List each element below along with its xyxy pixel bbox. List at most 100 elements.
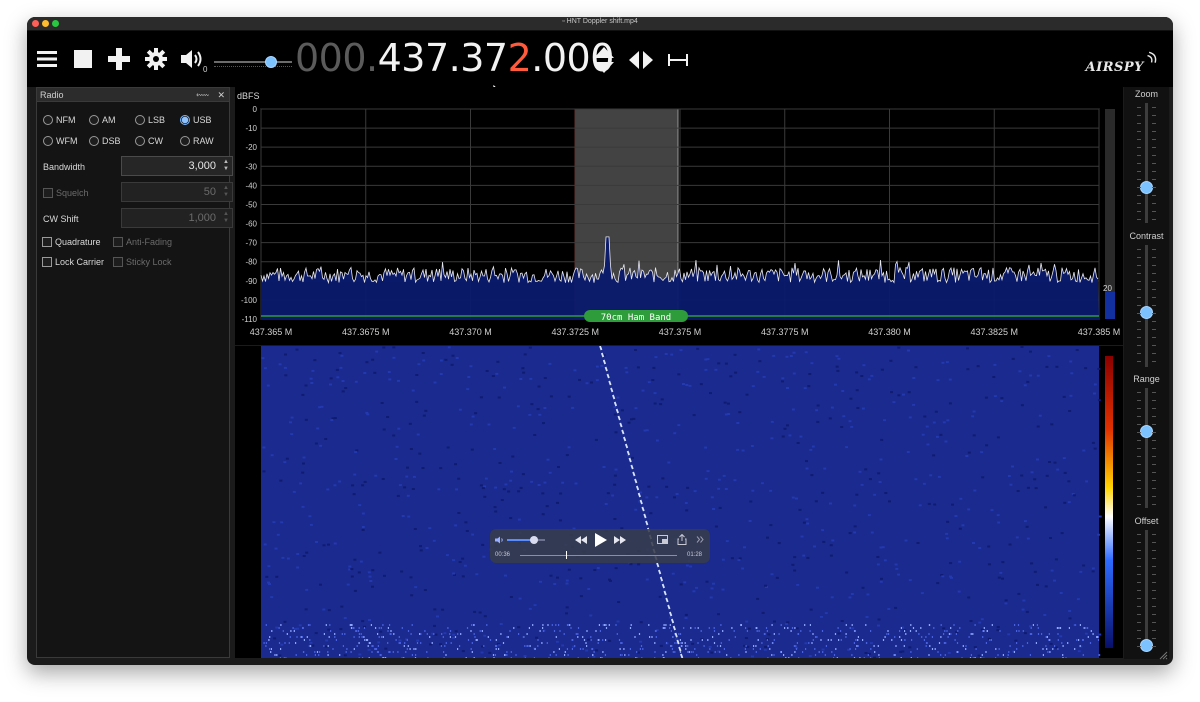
lock-carrier-checkbox-box[interactable]: [42, 257, 52, 267]
waterfall-band-noise: [666, 642, 668, 644]
pin-icon[interactable]: ⬳: [196, 90, 209, 100]
cw-shift-stepper-icon[interactable]: ▲ ▼: [223, 211, 229, 225]
mode-radio-raw[interactable]: RAW: [180, 136, 214, 146]
anti-fading-checkbox[interactable]: Anti-Fading: [113, 237, 172, 247]
waterfall-noise-cell: [1020, 404, 1024, 407]
bandwidth-stepper-icon[interactable]: ▲ ▼: [223, 159, 229, 173]
radio-dot-wfm[interactable]: [43, 136, 53, 146]
waterfall-noise-cell: [724, 488, 728, 490]
fast-forward-icon[interactable]: [613, 535, 627, 545]
waterfall-noise-cell: [920, 592, 924, 595]
volume-icon[interactable]: [495, 536, 505, 544]
waterfall-band-noise: [350, 651, 352, 653]
waterfall-noise-cell: [760, 482, 764, 485]
waterfall-band-noise: [972, 633, 974, 635]
range-slider-track[interactable]: [1145, 388, 1148, 508]
waterfall-noise-cell: [1029, 350, 1032, 353]
mode-radio-nfm[interactable]: NFM: [43, 115, 76, 125]
volume-slider[interactable]: [214, 53, 292, 71]
cw-shift-spinbox[interactable]: 1,000 ▲ ▼: [121, 208, 233, 228]
mode-radio-wfm[interactable]: WFM: [43, 136, 78, 146]
tune-up-down-icon[interactable]: [593, 46, 615, 74]
sticky-lock-checkbox[interactable]: Sticky Lock: [113, 257, 172, 267]
player-volume-knob[interactable]: [530, 536, 539, 544]
radio-dot-am[interactable]: [89, 115, 99, 125]
window-title-text: HNT Doppler shift.mp4: [566, 18, 638, 25]
playback-scrubber[interactable]: [520, 555, 677, 556]
slider-tick: [1137, 353, 1141, 354]
lock-carrier-checkbox[interactable]: Lock Carrier: [42, 257, 104, 267]
waterfall-noise-cell: [935, 435, 939, 438]
radio-dot-dsb[interactable]: [89, 136, 99, 146]
title-bar: ▫ HNT Doppler shift.mp4: [27, 17, 1173, 31]
waterfall-noise-cell: [837, 357, 841, 360]
waterfall-noise-cell: [691, 642, 695, 645]
waterfall-band-noise: [630, 624, 632, 626]
close-icon[interactable]: ✕: [217, 90, 225, 100]
offset-slider-track[interactable]: [1145, 530, 1148, 650]
waterfall-noise-cell: [1047, 355, 1051, 358]
waterfall-band-noise: [500, 633, 502, 635]
rewind-icon[interactable]: [574, 535, 588, 545]
resize-grip-icon[interactable]: [1158, 650, 1168, 660]
sticky-lock-checkbox-box[interactable]: [113, 257, 123, 267]
radio-dot-usb[interactable]: [180, 115, 190, 125]
add-icon[interactable]: [108, 48, 130, 70]
quadrature-checkbox-box[interactable]: [42, 237, 52, 247]
waterfall-noise-cell: [311, 369, 315, 372]
frequency-leading-digits[interactable]: 000.: [295, 36, 378, 80]
radio-dot-lsb[interactable]: [135, 115, 145, 125]
radio-dot-raw[interactable]: [180, 136, 190, 146]
waterfall-band-noise: [395, 639, 397, 641]
spectrum-plot[interactable]: dBFS0-10-20-30-40-50-60-70-80-90-100-110…: [235, 87, 1123, 345]
waterfall-noise-cell: [322, 608, 326, 611]
squelch-stepper-icon[interactable]: ▲ ▼: [223, 185, 229, 199]
mode-radio-cw[interactable]: CW: [135, 136, 163, 146]
waterfall-noise-cell: [946, 419, 950, 422]
gear-icon[interactable]: [145, 48, 167, 70]
frequency-display[interactable]: 000.437.372.000: [295, 36, 614, 80]
playback-position-marker[interactable]: [565, 551, 567, 559]
volume-slider-ticks: [214, 66, 292, 68]
anti-fading-checkbox-box[interactable]: [113, 237, 123, 247]
slider-tick: [1137, 432, 1141, 433]
radio-dot-cw[interactable]: [135, 136, 145, 146]
waterfall-noise-cell: [867, 378, 871, 381]
span-width-icon[interactable]: [668, 52, 688, 68]
squelch-checkbox-box[interactable]: [43, 188, 53, 198]
waterfall-noise-cell: [861, 407, 865, 410]
waterfall-noise-cell: [309, 641, 313, 644]
picture-in-picture-icon[interactable]: [657, 535, 668, 544]
waterfall-band-noise: [755, 645, 757, 647]
waterfall-band-noise: [385, 657, 387, 658]
frequency-active-digit[interactable]: 2: [508, 36, 532, 80]
squelch-spinbox[interactable]: 50 ▲ ▼: [121, 182, 233, 202]
waterfall-noise-cell: [503, 386, 506, 389]
frequency-main-digits[interactable]: 437.37: [378, 36, 508, 80]
play-icon[interactable]: [594, 532, 608, 548]
waterfall-view[interactable]: [235, 346, 1123, 658]
mode-radio-usb[interactable]: USB: [180, 115, 212, 125]
waterfall-band-noise: [390, 630, 392, 632]
player-volume-slider[interactable]: [507, 536, 545, 544]
share-icon[interactable]: [677, 534, 687, 545]
waterfall-noise-cell: [888, 500, 891, 503]
waterfall-plot[interactable]: [235, 346, 1123, 658]
mode-radio-am[interactable]: AM: [89, 115, 116, 125]
x-tick-label: 437.370 M: [449, 327, 492, 337]
more-chevron-icon[interactable]: [696, 536, 704, 543]
tune-left-right-icon[interactable]: [628, 50, 654, 70]
bandwidth-spinbox[interactable]: 3,000 ▲ ▼: [121, 156, 233, 176]
volume-slider-knob[interactable]: [265, 56, 277, 68]
mode-radio-dsb[interactable]: DSB: [89, 136, 121, 146]
spectrum-view[interactable]: dBFS 0 -10 -20 -30 -40 -50 -60 -70 -80 -90 -100 -110…: [235, 87, 1123, 345]
waterfall-band-noise: [411, 624, 413, 626]
stop-icon[interactable]: [74, 50, 92, 68]
quadrature-checkbox[interactable]: Quadrature: [42, 237, 101, 247]
radio-dot-nfm[interactable]: [43, 115, 53, 125]
zoom-slider-track[interactable]: [1145, 103, 1148, 223]
squelch-checkbox[interactable]: Squelch: [43, 188, 89, 198]
menu-icon[interactable]: [37, 50, 57, 68]
mode-radio-lsb[interactable]: LSB: [135, 115, 165, 125]
speaker-icon[interactable]: [179, 47, 205, 71]
